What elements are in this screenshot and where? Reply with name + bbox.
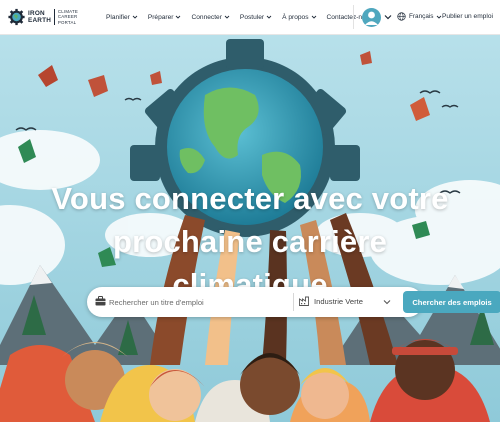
hero-section: Vous connecter avec votre prochaine carr… <box>0 35 500 422</box>
job-search-bar: Industrie Verte Chercher des emplois <box>87 287 500 317</box>
nav-item-connecter[interactable]: Connecter <box>191 13 230 21</box>
nav-item-preparer[interactable]: Préparer <box>148 14 182 21</box>
hero-headline-line: prochaine carrière <box>112 224 388 259</box>
nav-item-label: À propos <box>282 13 309 21</box>
header-divider <box>353 5 354 29</box>
industry-icon <box>299 296 309 306</box>
industry-select-value[interactable]: Industrie Verte <box>314 297 363 306</box>
job-title-search-input[interactable] <box>109 294 287 310</box>
brand-tagline-line: PORTAL <box>57 19 77 25</box>
nav-item-label: Postuler <box>239 13 265 21</box>
globe-icon <box>397 12 406 21</box>
brand-name: IRON EARTH <box>28 10 51 24</box>
nav-item-label: Préparer <box>147 13 174 21</box>
nav-item-label: Planifier <box>106 13 130 21</box>
nav-item-a-propos[interactable]: À propos <box>282 14 316 21</box>
chevron-down-icon <box>436 15 441 19</box>
main-nav: Planifier Préparer Connecter Postuler À … <box>106 14 373 21</box>
chevron-down-icon <box>176 15 181 19</box>
hero-headline-line: Vous connecter avec votre <box>51 181 449 216</box>
site-header: IRON EARTH CLIMATE CAREER PORTAL Planifi… <box>0 0 500 35</box>
briefcase-icon <box>95 296 106 306</box>
gear-globe-logo-icon <box>8 8 25 26</box>
user-avatar-icon[interactable] <box>362 8 381 27</box>
chevron-down-icon <box>266 15 272 19</box>
search-jobs-button[interactable]: Chercher des emplois <box>403 291 500 313</box>
chevron-down-icon <box>224 15 230 19</box>
nav-item-postuler[interactable]: Postuler <box>240 14 272 21</box>
brand-name-line: EARTH <box>28 17 52 24</box>
language-label: Français <box>409 13 434 20</box>
brand-name-line: IRON <box>28 10 45 17</box>
site-logo[interactable]: IRON EARTH CLIMATE CAREER PORTAL <box>8 5 78 29</box>
brand-tagline: CLIMATE CAREER PORTAL <box>58 9 78 26</box>
language-selector[interactable]: Français <box>397 12 442 21</box>
nav-item-planifier[interactable]: Planifier <box>106 14 138 21</box>
nav-item-label: Connecter <box>191 13 222 21</box>
search-divider <box>293 293 294 311</box>
chevron-down-icon <box>311 15 316 19</box>
publish-job-link[interactable]: Publier un emploi <box>442 13 493 20</box>
chevron-down-icon[interactable] <box>384 13 392 21</box>
logo-divider <box>54 9 55 25</box>
user-silhouette-icon <box>365 11 378 25</box>
chevron-down-icon[interactable] <box>383 298 391 306</box>
chevron-down-icon <box>132 15 138 19</box>
